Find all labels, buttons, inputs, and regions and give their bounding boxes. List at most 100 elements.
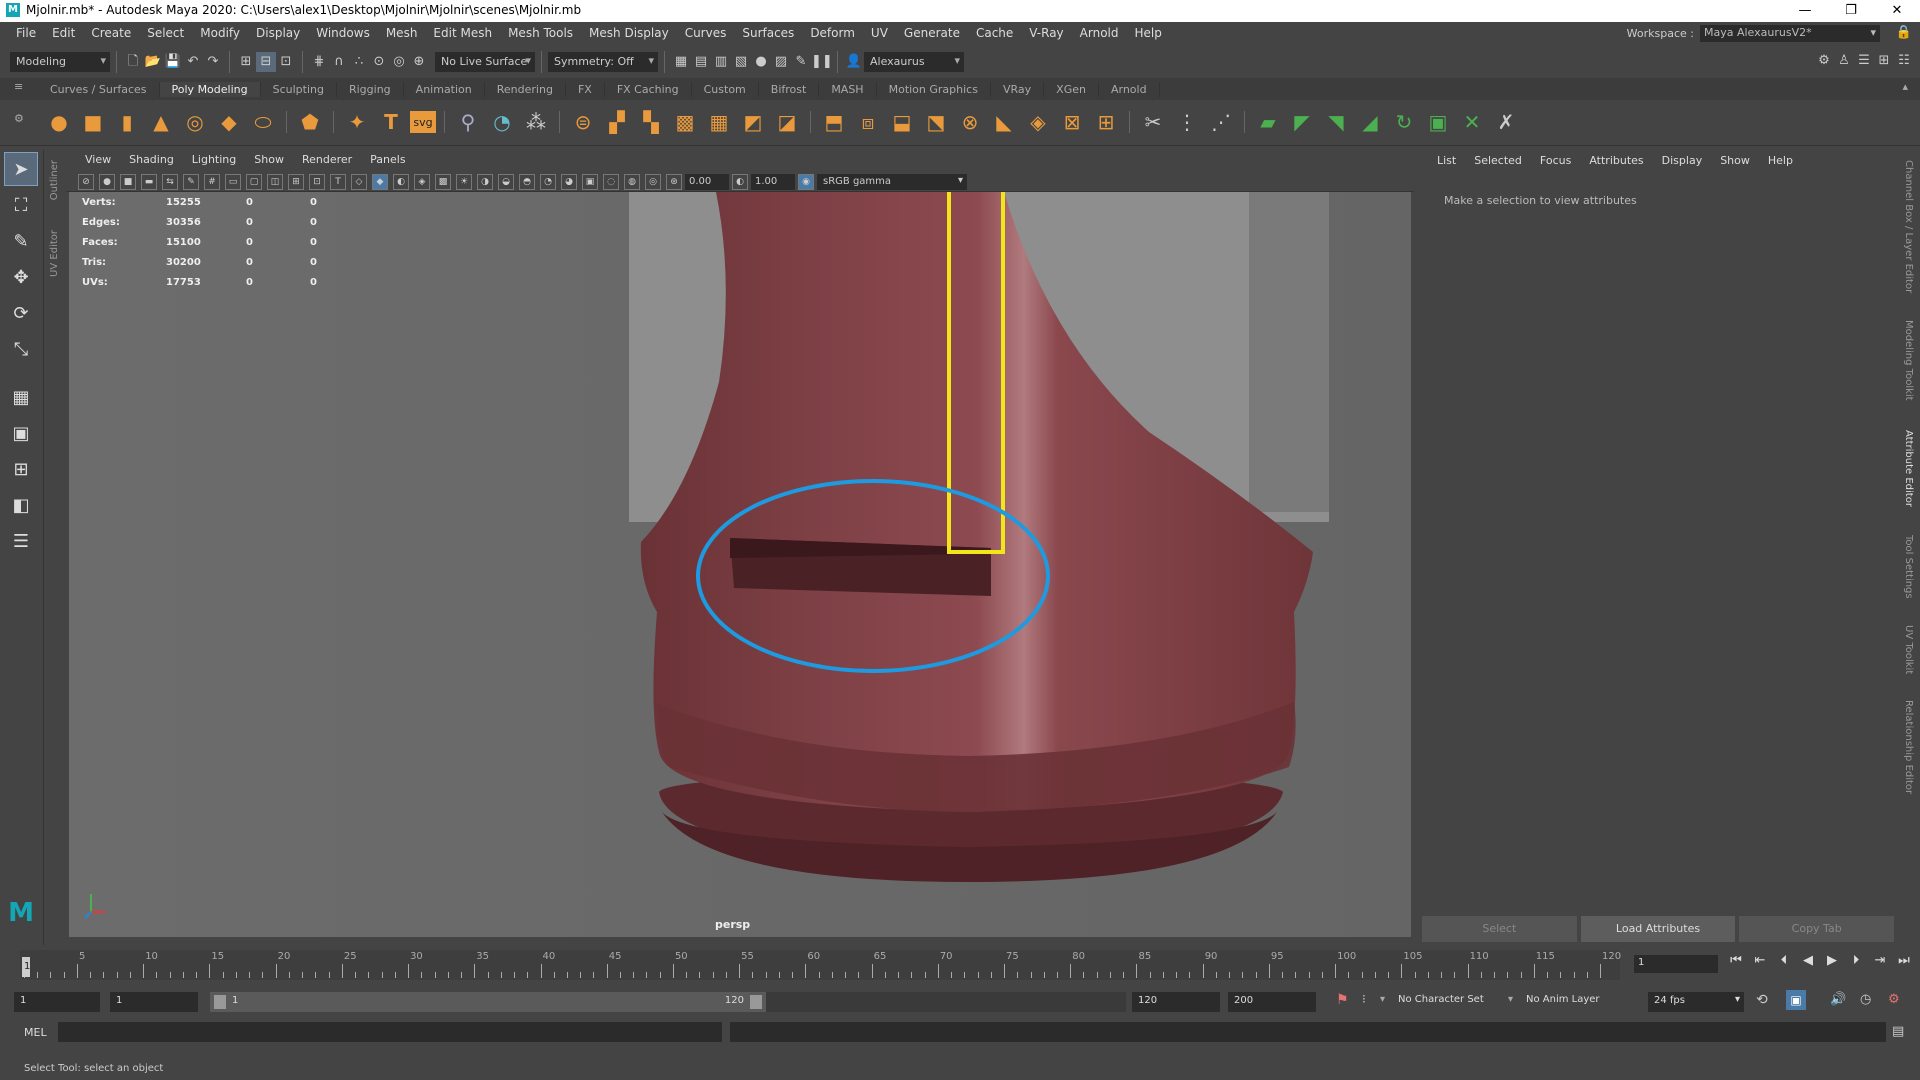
camera-attrs-icon[interactable]: ●	[99, 174, 115, 190]
animation-preferences-icon[interactable]: ⚙	[1888, 992, 1900, 1007]
step-forward-frame-icon[interactable]: ⏵	[1846, 953, 1866, 968]
viewport-menu-renderer[interactable]: Renderer	[293, 153, 361, 166]
shelf-tab-custom[interactable]: Custom	[692, 82, 759, 97]
poly-torus-icon[interactable]: ◎	[180, 107, 210, 137]
command-language-button[interactable]: MEL	[24, 1026, 47, 1039]
svg-icon[interactable]: svg	[410, 111, 436, 133]
motion-blur-icon[interactable]: ◓	[519, 174, 535, 190]
lasso-tool-icon[interactable]: ⛶	[4, 188, 38, 222]
align-icon[interactable]: ⁂	[521, 107, 551, 137]
save-scene-icon[interactable]: 💾	[163, 52, 183, 72]
attr-menu-selected[interactable]: Selected	[1465, 154, 1531, 167]
offset-edge-loop-icon[interactable]: ⋰	[1206, 107, 1236, 137]
animation-end-field[interactable]: 200	[1228, 992, 1316, 1012]
anim-layer-arrow-icon[interactable]: ▾	[1508, 994, 1513, 1005]
menu-edit[interactable]: Edit	[44, 26, 83, 40]
uv-sew-icon[interactable]: ✗	[1491, 107, 1521, 137]
render-setup-icon[interactable]: ▨	[771, 52, 791, 72]
uv-layout-icon[interactable]: ▣	[1423, 107, 1453, 137]
script-editor-icon[interactable]: ▤	[1892, 1024, 1904, 1039]
outliner-layout-icon[interactable]: ◧	[4, 488, 38, 522]
range-slider-track[interactable]	[766, 992, 1126, 1012]
viewport-menu-show[interactable]: Show	[245, 153, 293, 166]
menu-generate[interactable]: Generate	[896, 26, 968, 40]
two-d-pan-icon[interactable]: ⇆	[162, 174, 178, 190]
color-management-icon[interactable]: ◉	[798, 174, 814, 190]
playback-speed-icon[interactable]: ◷	[1860, 992, 1871, 1007]
poly-plane-icon[interactable]: ◆	[214, 107, 244, 137]
menu-arnold[interactable]: Arnold	[1072, 26, 1127, 40]
relationship-editor-tab[interactable]: Relationship Editor	[1903, 700, 1914, 794]
workspace-dropdown[interactable]: Maya AlexaurusV2* ▾	[1700, 25, 1880, 42]
undo-icon[interactable]: ↶	[183, 52, 203, 72]
super-shape-icon[interactable]: ✦	[342, 107, 372, 137]
uv-cylindrical-icon[interactable]: ◤	[1287, 107, 1317, 137]
time-slider-track[interactable]: 5 10 15 20 25 30 35 40 45 50 55 60 65 70 75 80 85 90 95 100…	[20, 950, 1621, 980]
film-gate-icon[interactable]: ▭	[225, 174, 241, 190]
go-to-start-icon[interactable]: ⏮	[1726, 953, 1746, 968]
layout-preset-icon[interactable]: ⊞	[4, 452, 38, 486]
load-attributes-button[interactable]: Load Attributes	[1580, 916, 1736, 942]
attr-menu-display[interactable]: Display	[1653, 154, 1712, 167]
poly-cube-icon[interactable]: ■	[78, 107, 108, 137]
render-settings-icon[interactable]: ▧	[731, 52, 751, 72]
screen-space-ao-icon[interactable]: ◒	[498, 174, 514, 190]
select-button[interactable]: Select	[1422, 916, 1577, 942]
paint-select-icon[interactable]: ✎	[4, 224, 38, 258]
viewport-menu-panels[interactable]: Panels	[361, 153, 414, 166]
fill-hole-icon[interactable]: ⬔	[921, 107, 951, 137]
shelf-tab-animation[interactable]: Animation	[404, 82, 485, 97]
ipr-render-icon[interactable]: ▥	[711, 52, 731, 72]
menu-v-ray[interactable]: V-Ray	[1021, 26, 1071, 40]
new-scene-icon[interactable]: 🗋	[123, 52, 143, 72]
four-view-layout-icon[interactable]: ▣	[4, 416, 38, 450]
menu-create[interactable]: Create	[83, 26, 139, 40]
shelf-scroll-up-icon[interactable]: ▴	[1902, 80, 1908, 93]
poly-sphere-icon[interactable]: ●	[44, 107, 74, 137]
hypershade-icon[interactable]: ●	[751, 52, 771, 72]
menu-cache[interactable]: Cache	[968, 26, 1021, 40]
fps-dropdown[interactable]: 24 fps ▾	[1648, 992, 1744, 1012]
list-layout-icon[interactable]: ☰	[4, 524, 38, 558]
backface-icon[interactable]: ◎	[645, 174, 661, 190]
soft-select-icon[interactable]: ◔	[487, 107, 517, 137]
poly-cone-icon[interactable]: ▲	[146, 107, 176, 137]
range-slider-bar[interactable]: 1 120	[210, 992, 766, 1012]
edge-loop-icon[interactable]: ⋮	[1172, 107, 1202, 137]
outliner-tab[interactable]: Outliner	[49, 160, 60, 200]
auto-key-icon[interactable]: ⚑	[1336, 992, 1349, 1008]
menu-deform[interactable]: Deform	[802, 26, 863, 40]
lock-icon[interactable]: 🔒	[1896, 25, 1912, 40]
field-chart-icon[interactable]: ⊞	[288, 174, 304, 190]
command-input[interactable]	[58, 1022, 722, 1042]
character-controls-icon[interactable]: ♙	[1834, 51, 1854, 71]
shelf-tab-arnold[interactable]: Arnold	[1099, 82, 1160, 97]
shadows-icon[interactable]: ◑	[477, 174, 493, 190]
isolate-select-icon[interactable]: ▣	[582, 174, 598, 190]
multi-cut-icon[interactable]: ✂	[1138, 107, 1168, 137]
extract-icon[interactable]: ▚	[636, 107, 666, 137]
shelf-tab-mash[interactable]: MASH	[819, 82, 877, 97]
poly-cylinder-icon[interactable]: ▮	[112, 107, 142, 137]
channel-box-tab[interactable]: Channel Box / Layer Editor	[1903, 160, 1914, 293]
shelf-tab-rigging[interactable]: Rigging	[337, 82, 404, 97]
loop-icon[interactable]: ⟲	[1756, 992, 1768, 1008]
scale-tool-icon[interactable]: ⤡	[4, 332, 38, 366]
snap-surface-icon[interactable]: ◎	[389, 52, 409, 72]
uv-editor-tab[interactable]: UV Editor	[49, 230, 60, 277]
current-frame-field[interactable]: 1	[1634, 955, 1718, 973]
uv-cut-icon[interactable]: ✕	[1457, 107, 1487, 137]
play-backwards-icon[interactable]: ◀	[1798, 953, 1818, 968]
smooth-shade-icon[interactable]: ◆	[372, 174, 388, 190]
channel-box-toggle-icon[interactable]: ☷	[1894, 51, 1914, 71]
menu-modify[interactable]: Modify	[192, 26, 248, 40]
boolean-icon[interactable]: ◪	[772, 107, 802, 137]
select-tool-icon[interactable]: ➤	[4, 152, 38, 186]
menu-select[interactable]: Select	[139, 26, 192, 40]
move-tool-icon[interactable]: ✥	[4, 260, 38, 294]
select-object-icon[interactable]: ⊟	[256, 52, 276, 72]
menu-surfaces[interactable]: Surfaces	[734, 26, 802, 40]
attr-menu-attributes[interactable]: Attributes	[1580, 154, 1652, 167]
bevel-icon[interactable]: ⬓	[887, 107, 917, 137]
snap-view-icon[interactable]: ⊙	[369, 52, 389, 72]
